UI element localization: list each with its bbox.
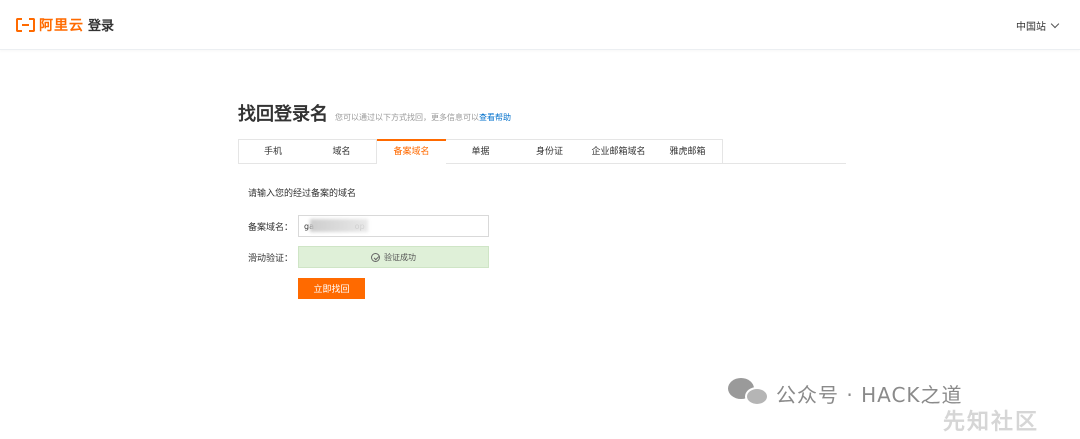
- form-hint: 请输入您的经过备案的域名: [248, 189, 357, 199]
- tab-phone[interactable]: 手机: [238, 139, 308, 164]
- wechat-watermark: 公众号 · HACK之道: [728, 376, 963, 410]
- slider-verification[interactable]: 验证成功: [298, 246, 489, 268]
- recover-login-panel: 找回登录名 您可以通过以下方式找回，更多信息可以查看帮助 手机 域名 备案域名 …: [238, 100, 848, 299]
- slider-label: 滑动验证：: [248, 254, 294, 264]
- tab-id-card[interactable]: 身份证: [515, 139, 585, 164]
- wechat-icon: [728, 376, 770, 410]
- slider-status: 验证成功: [384, 252, 416, 262]
- recovery-method-tabs: 手机 域名 备案域名 单据 身份证 企业邮箱域名 雅虎邮箱: [238, 139, 846, 164]
- check-circle-icon: [371, 252, 380, 262]
- page-subtitle: 您可以通过以下方式找回，更多信息可以查看帮助: [335, 112, 511, 123]
- tab-domain[interactable]: 域名: [307, 139, 377, 164]
- title-row: 找回登录名 您可以通过以下方式找回，更多信息可以查看帮助: [238, 100, 848, 126]
- tab-enterprise-mail-domain[interactable]: 企业邮箱域名: [584, 139, 654, 164]
- logo-text: 阿里云: [39, 18, 84, 34]
- watermark-text: 公众号 · HACK之道: [776, 382, 963, 407]
- help-link[interactable]: 查看帮助: [479, 113, 511, 122]
- top-bar: 阿里云 登录 中国站: [0, 0, 1080, 50]
- redacted-mask: [310, 219, 368, 232]
- site-switch-label: 中国站: [1016, 22, 1046, 33]
- page-title: 找回登录名: [238, 104, 328, 125]
- watermark-sub: 先知社区: [943, 410, 1040, 435]
- tab-receipt[interactable]: 单据: [446, 139, 516, 164]
- aliyun-logo[interactable]: 阿里云: [16, 15, 84, 35]
- domain-label: 备案域名：: [248, 223, 294, 233]
- site-switch-dropdown[interactable]: 中国站: [1016, 18, 1060, 33]
- recover-now-button[interactable]: 立即找回: [298, 278, 365, 299]
- tab-icp-domain[interactable]: 备案域名: [377, 139, 447, 164]
- chevron-down-icon: [1050, 19, 1060, 28]
- subtitle-text: 您可以通过以下方式找回，更多信息可以: [335, 113, 479, 122]
- aliyun-logo-icon: [16, 18, 35, 32]
- page-name: 登录: [88, 19, 115, 34]
- tab-yahoo-mail[interactable]: 雅虎邮箱: [653, 139, 723, 164]
